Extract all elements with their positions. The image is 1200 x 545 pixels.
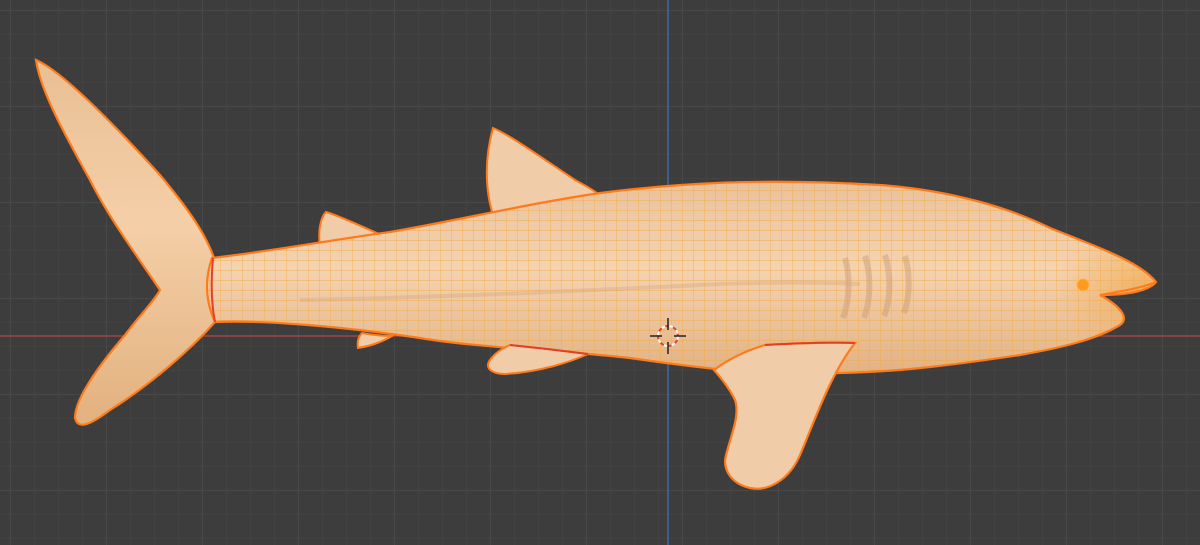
object-origin-icon[interactable] [1076, 278, 1090, 292]
viewport-canvas[interactable] [0, 0, 1200, 545]
3d-viewport[interactable] [0, 0, 1200, 545]
